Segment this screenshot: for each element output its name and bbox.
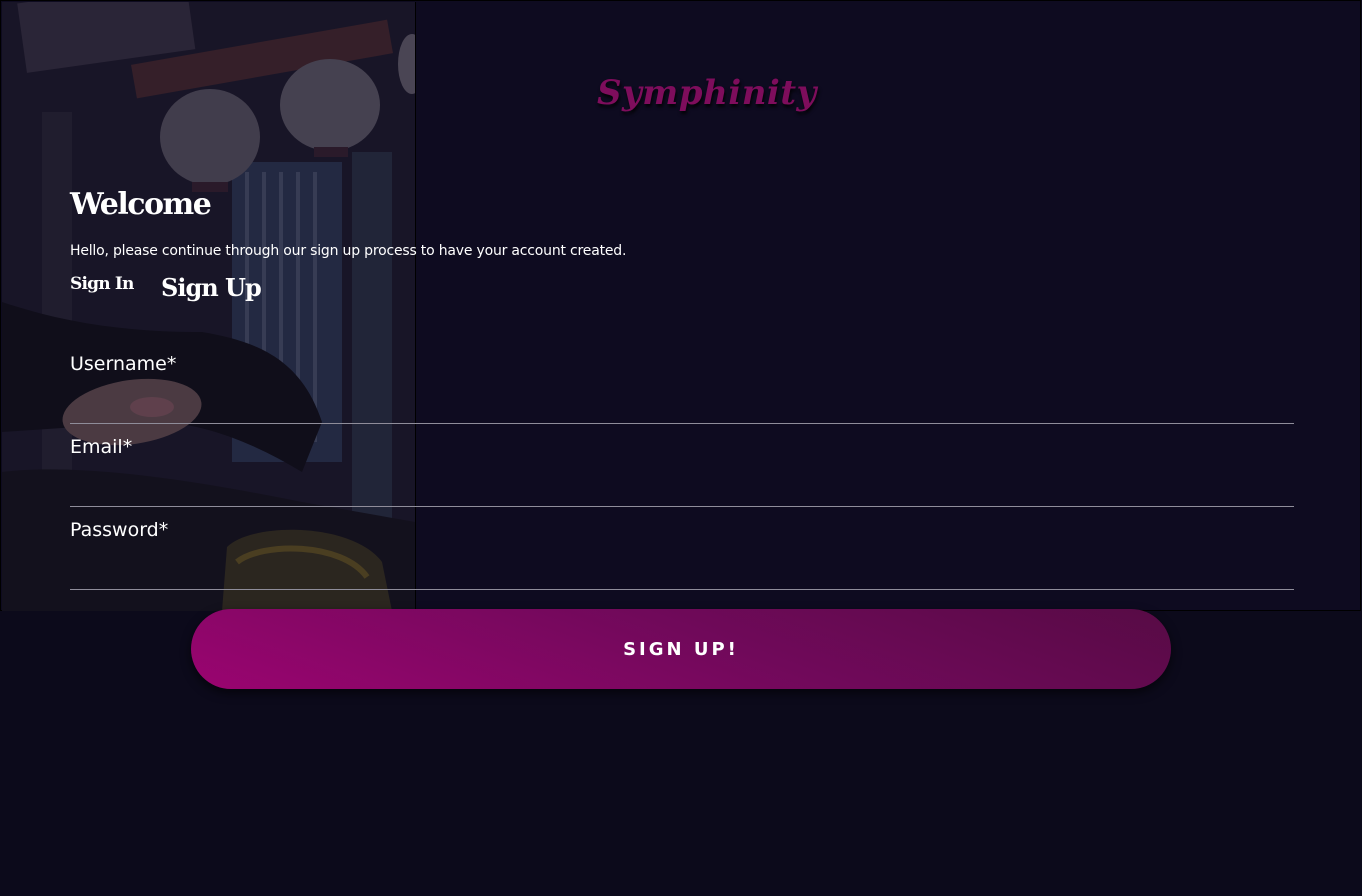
- password-field: Password*: [70, 519, 1298, 590]
- password-input[interactable]: [70, 555, 1298, 587]
- email-input[interactable]: [70, 472, 1298, 504]
- signup-panel: Symphinity Welcome Hello, please continu…: [0, 0, 1361, 611]
- email-field: Email*: [70, 436, 1298, 507]
- tab-sign-in[interactable]: Sign In: [70, 274, 134, 294]
- email-label: Email*: [70, 436, 133, 458]
- page-title: Welcome: [70, 187, 212, 222]
- username-field: Username*: [70, 353, 1298, 424]
- password-label: Password*: [70, 519, 169, 541]
- sign-up-button[interactable]: SIGN UP!: [191, 609, 1171, 689]
- username-input[interactable]: [70, 389, 1298, 421]
- page-subtitle: Hello, please continue through our sign …: [70, 243, 627, 259]
- tab-sign-up[interactable]: Sign Up: [161, 273, 262, 302]
- username-label: Username*: [70, 353, 177, 375]
- brand-logo: Symphinity: [597, 73, 817, 113]
